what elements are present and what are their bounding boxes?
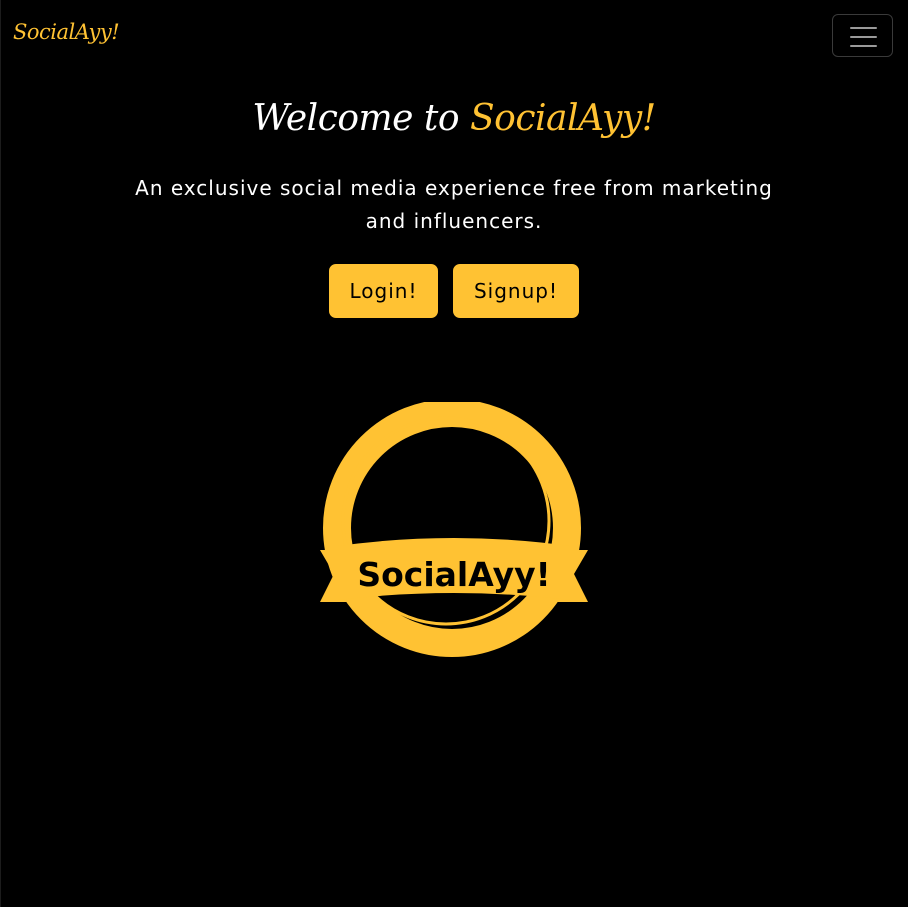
signup-button[interactable]: Signup! bbox=[453, 264, 579, 318]
login-button[interactable]: Login! bbox=[329, 264, 438, 318]
hero-lead-text: An exclusive social media experience fre… bbox=[135, 176, 773, 233]
hamburger-menu-icon bbox=[850, 27, 877, 47]
navbar-brand[interactable]: SocialAyy! bbox=[13, 20, 120, 44]
hero-title: Welcome to SocialAyy! bbox=[0, 98, 908, 139]
navbar-toggler-button[interactable] bbox=[832, 14, 893, 57]
logo-text: SocialAyy! bbox=[357, 555, 550, 594]
socialayy-badge-logo: SocialAyy! bbox=[320, 402, 588, 657]
hero-title-brand: SocialAyy! bbox=[470, 98, 656, 139]
navbar: SocialAyy! bbox=[0, 0, 908, 72]
hero-title-prefix: Welcome to bbox=[252, 98, 471, 139]
